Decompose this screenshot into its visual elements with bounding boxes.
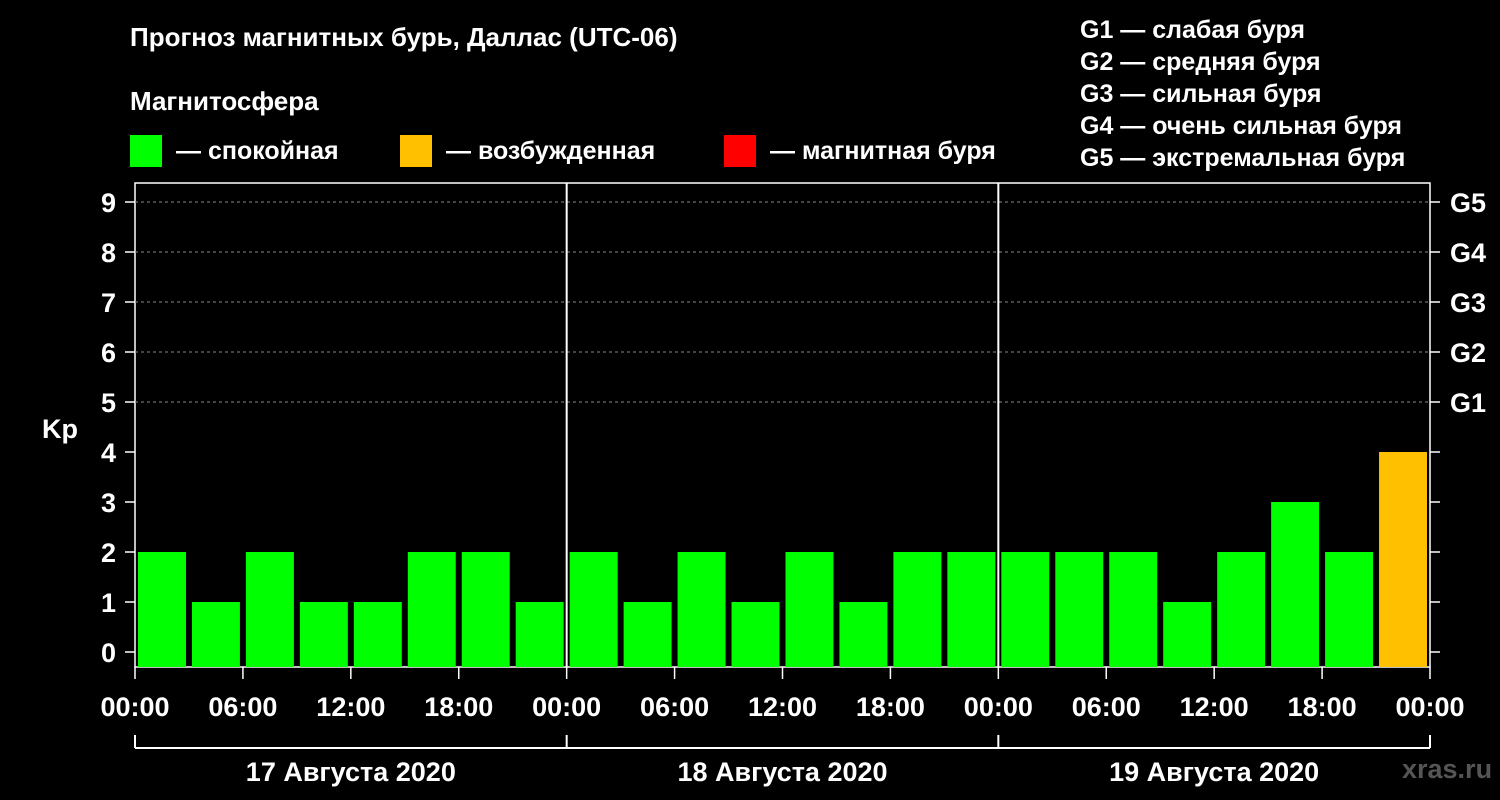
g-level-label: G4 bbox=[1450, 238, 1486, 268]
kp-bar bbox=[461, 552, 510, 667]
y-tick-label: 5 bbox=[101, 388, 116, 418]
g-level-label: G3 bbox=[1450, 288, 1486, 318]
y-tick-label: 1 bbox=[101, 588, 116, 618]
kp-bar bbox=[191, 602, 240, 667]
y-tick-label: 3 bbox=[101, 488, 116, 518]
kp-bar bbox=[1379, 452, 1427, 667]
x-tick-label: 18:00 bbox=[1288, 692, 1357, 722]
kp-bar bbox=[245, 552, 294, 667]
kp-bar bbox=[407, 552, 456, 667]
y-axis-label: Kp bbox=[42, 414, 78, 444]
x-tick-label: 00:00 bbox=[964, 692, 1033, 722]
kp-bar bbox=[677, 552, 726, 667]
day-label: 18 Августа 2020 bbox=[677, 757, 887, 787]
kp-bar bbox=[138, 552, 186, 667]
x-tick-label: 18:00 bbox=[856, 692, 925, 722]
kp-bar bbox=[785, 552, 834, 667]
y-tick-label: 0 bbox=[101, 638, 116, 668]
x-tick-label: 12:00 bbox=[316, 692, 385, 722]
kp-bar bbox=[1163, 602, 1212, 667]
y-tick-label: 9 bbox=[101, 188, 116, 218]
y-tick-label: 4 bbox=[101, 438, 116, 468]
kp-bar bbox=[893, 552, 942, 667]
watermark: xras.ru bbox=[1402, 754, 1493, 784]
y-tick-label: 6 bbox=[101, 338, 116, 368]
kp-bar bbox=[1325, 552, 1374, 667]
x-tick-label: 00:00 bbox=[1395, 692, 1464, 722]
y-tick-label: 7 bbox=[101, 288, 116, 318]
x-tick-label: 06:00 bbox=[1072, 692, 1141, 722]
kp-bar bbox=[353, 602, 402, 667]
x-tick-label: 00:00 bbox=[100, 692, 169, 722]
day-label: 19 Августа 2020 bbox=[1109, 757, 1319, 787]
kp-bar bbox=[947, 552, 996, 667]
y-tick-label: 8 bbox=[101, 238, 116, 268]
y-tick-label: 2 bbox=[101, 538, 116, 568]
kp-bar bbox=[1055, 552, 1104, 667]
kp-bar bbox=[1217, 552, 1266, 667]
day-label: 17 Августа 2020 bbox=[246, 757, 456, 787]
g-level-label: G5 bbox=[1450, 188, 1486, 218]
kp-bar bbox=[1001, 552, 1050, 667]
x-tick-label: 00:00 bbox=[532, 692, 601, 722]
x-tick-label: 06:00 bbox=[208, 692, 277, 722]
x-tick-label: 12:00 bbox=[748, 692, 817, 722]
g-level-label: G1 bbox=[1450, 388, 1486, 418]
x-tick-label: 06:00 bbox=[640, 692, 709, 722]
kp-bar-chart: 0 1 2 3 4 5 6 7 8 9 Kp G1 G2 G3 G4 G5 00:00 06:00 12:00 18:… bbox=[42, 182, 1486, 787]
kp-bar bbox=[515, 602, 564, 667]
g-level-label: G2 bbox=[1450, 338, 1486, 368]
kp-bar bbox=[731, 602, 780, 667]
x-tick-label: 18:00 bbox=[424, 692, 493, 722]
kp-bar bbox=[839, 602, 888, 667]
kp-bar bbox=[1271, 502, 1320, 667]
kp-bar bbox=[569, 552, 618, 667]
kp-bar bbox=[1109, 552, 1158, 667]
x-tick-label: 12:00 bbox=[1180, 692, 1249, 722]
kp-bar bbox=[299, 602, 348, 667]
kp-bar bbox=[623, 602, 672, 667]
